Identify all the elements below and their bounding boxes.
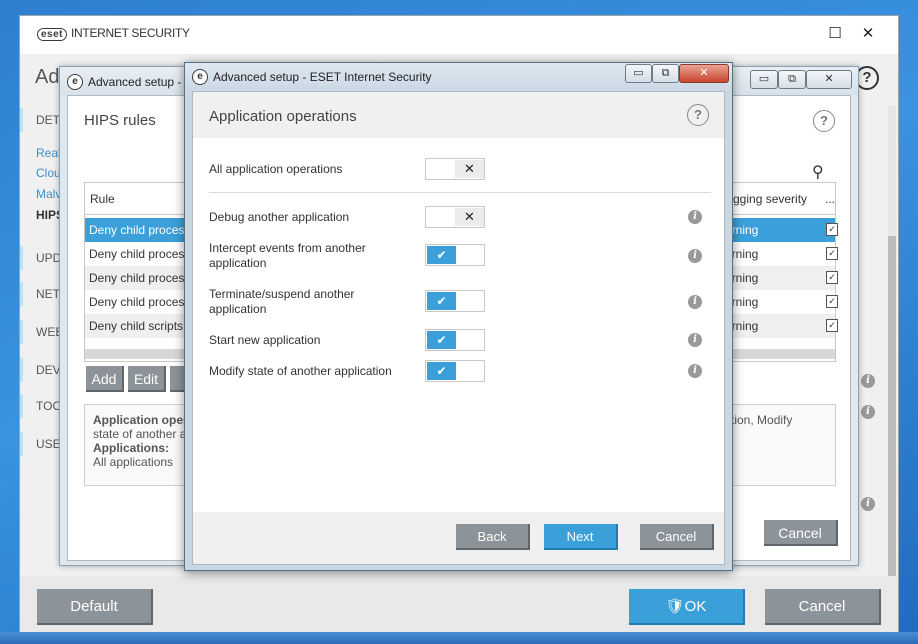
cancel-button[interactable]: Cancel xyxy=(640,524,714,550)
info-icon[interactable]: i xyxy=(688,210,702,224)
ops-content: Application operations ? All application… xyxy=(192,91,725,565)
sidebar-item-network[interactable]: NET xyxy=(20,282,60,306)
back-button[interactable]: Back xyxy=(456,524,530,550)
maximize-button[interactable]: ☐ xyxy=(823,24,847,44)
hips-window-controls: ▭ ⧉ ✕ xyxy=(750,70,856,89)
column-header-rule[interactable]: Rule xyxy=(90,192,115,206)
toggle-off-icon: ✕ xyxy=(455,160,484,178)
maximize-button[interactable]: ⧉ xyxy=(778,70,806,89)
operation-toggle-terminate[interactable]: ✔ xyxy=(425,290,485,312)
sidebar-item-device[interactable]: DEV xyxy=(20,358,60,382)
info-icon[interactable]: i xyxy=(688,364,702,378)
rule-name: Deny child process xyxy=(89,247,191,261)
eset-logo: eset xyxy=(37,28,68,41)
ok-label: OK xyxy=(684,598,707,615)
rule-enabled-checkbox[interactable]: ✓ xyxy=(826,271,838,284)
hips-title: Advanced setup - xyxy=(88,75,182,89)
default-button[interactable]: Default xyxy=(37,589,153,625)
operation-label: Modify state of another application xyxy=(209,364,392,378)
minimize-button[interactable]: ▭ xyxy=(625,64,652,83)
sidebar-item-tools[interactable]: TOO xyxy=(20,394,60,418)
info-icon[interactable]: i xyxy=(861,405,875,419)
toggle-on-icon: ✔ xyxy=(427,246,456,264)
help-icon[interactable]: ? xyxy=(813,110,835,132)
all-operations-label: All application operations xyxy=(209,162,343,176)
cancel-button[interactable]: Cancel xyxy=(764,520,838,546)
info-icon[interactable]: i xyxy=(688,333,702,347)
add-button[interactable]: Add xyxy=(86,366,124,392)
edit-button[interactable]: Edit xyxy=(128,366,166,392)
close-button[interactable]: ✕ xyxy=(679,64,729,83)
taskbar xyxy=(0,632,918,644)
rule-name: Deny child process xyxy=(89,271,191,285)
operation-label: Intercept events from another applicatio… xyxy=(209,241,366,270)
cancel-button[interactable]: Cancel xyxy=(765,589,881,625)
brand-name: INTERNET SECURITY xyxy=(71,26,190,40)
operation-label: Start new application xyxy=(209,333,321,347)
operation-label: Debug another application xyxy=(209,210,350,224)
eset-app-icon: e xyxy=(67,74,83,90)
divider xyxy=(209,192,711,193)
rule-name: Deny child scripts xyxy=(89,319,184,333)
info-icon[interactable]: i xyxy=(688,295,702,309)
operation-toggle-debug[interactable]: ✕ xyxy=(425,206,485,228)
ops-footer: Back Next Cancel xyxy=(193,512,724,564)
ops-header: Application operations ? xyxy=(193,92,724,138)
rule-enabled-checkbox[interactable]: ✓ xyxy=(826,295,838,308)
toggle-on-icon: ✔ xyxy=(427,362,456,380)
operation-toggle-intercept[interactable]: ✔ xyxy=(425,244,485,266)
dialog-title: HIPS rules xyxy=(84,112,156,129)
sidebar-sub-hips[interactable]: HIPS xyxy=(20,208,60,222)
ops-titlebar: e Advanced setup - ESET Internet Securit… xyxy=(185,63,732,91)
column-header-severity[interactable]: gging severity xyxy=(733,192,807,206)
operation-toggle-modify[interactable]: ✔ xyxy=(425,360,485,382)
close-button[interactable]: ✕ xyxy=(806,70,852,89)
sidebar-item-user[interactable]: USE xyxy=(20,432,60,456)
info-icon[interactable]: i xyxy=(861,374,875,388)
info-icon[interactable]: i xyxy=(688,249,702,263)
application-operations-dialog: e Advanced setup - ESET Internet Securit… xyxy=(184,62,733,571)
toggle-on-icon: ✔ xyxy=(427,331,456,349)
rule-name: Deny child process xyxy=(89,223,191,237)
maximize-button[interactable]: ⧉ xyxy=(652,64,679,83)
sidebar-item-detection[interactable]: DET xyxy=(20,108,60,132)
sidebar-item-web[interactable]: WEB xyxy=(20,320,60,344)
operation-label: Terminate/suspend another application xyxy=(209,287,355,316)
rule-enabled-checkbox[interactable]: ✓ xyxy=(826,319,838,332)
minimize-button[interactable]: ▭ xyxy=(750,70,778,89)
all-operations-toggle[interactable]: ✕ xyxy=(425,158,485,180)
help-icon[interactable]: ? xyxy=(687,104,709,126)
ops-title: Advanced setup - ESET Internet Security xyxy=(213,70,432,84)
sidebar-item-update[interactable]: UPD xyxy=(20,246,60,270)
sidebar: DET Real Clou Malv HIPS UPD NET WEB DEV … xyxy=(20,106,60,566)
scrollbar-thumb[interactable] xyxy=(888,236,896,576)
next-button[interactable]: Next xyxy=(544,524,618,550)
operation-toggle-start[interactable]: ✔ xyxy=(425,329,485,351)
ok-button[interactable]: 🛡OK xyxy=(629,589,745,625)
rule-enabled-checkbox[interactable]: ✓ xyxy=(826,247,838,260)
sidebar-sub-realtime[interactable]: Real xyxy=(20,146,60,160)
ops-window-controls: ▭ ⧉ ✕ xyxy=(625,64,731,83)
search-icon[interactable]: ⚲ xyxy=(812,162,824,182)
shield-icon: 🛡 xyxy=(665,598,685,615)
info-icon[interactable]: i xyxy=(861,497,875,511)
main-titlebar: eset INTERNET SECURITY ☐ ✕ xyxy=(20,16,898,54)
toggle-on-icon: ✔ xyxy=(427,292,456,310)
rule-name: Deny child process xyxy=(89,295,191,309)
eset-app-icon: e xyxy=(192,69,208,85)
toggle-off-icon: ✕ xyxy=(455,208,484,226)
brand: eset INTERNET SECURITY xyxy=(37,26,190,41)
sidebar-sub-malware[interactable]: Malv xyxy=(20,187,60,201)
column-header-more[interactable]: ... xyxy=(825,192,835,206)
page-title: Ad xyxy=(35,66,60,88)
sidebar-sub-cloud[interactable]: Clou xyxy=(20,166,60,180)
close-button[interactable]: ✕ xyxy=(856,24,880,44)
rule-enabled-checkbox[interactable]: ✓ xyxy=(826,223,838,236)
dialog-title: Application operations xyxy=(209,108,357,125)
